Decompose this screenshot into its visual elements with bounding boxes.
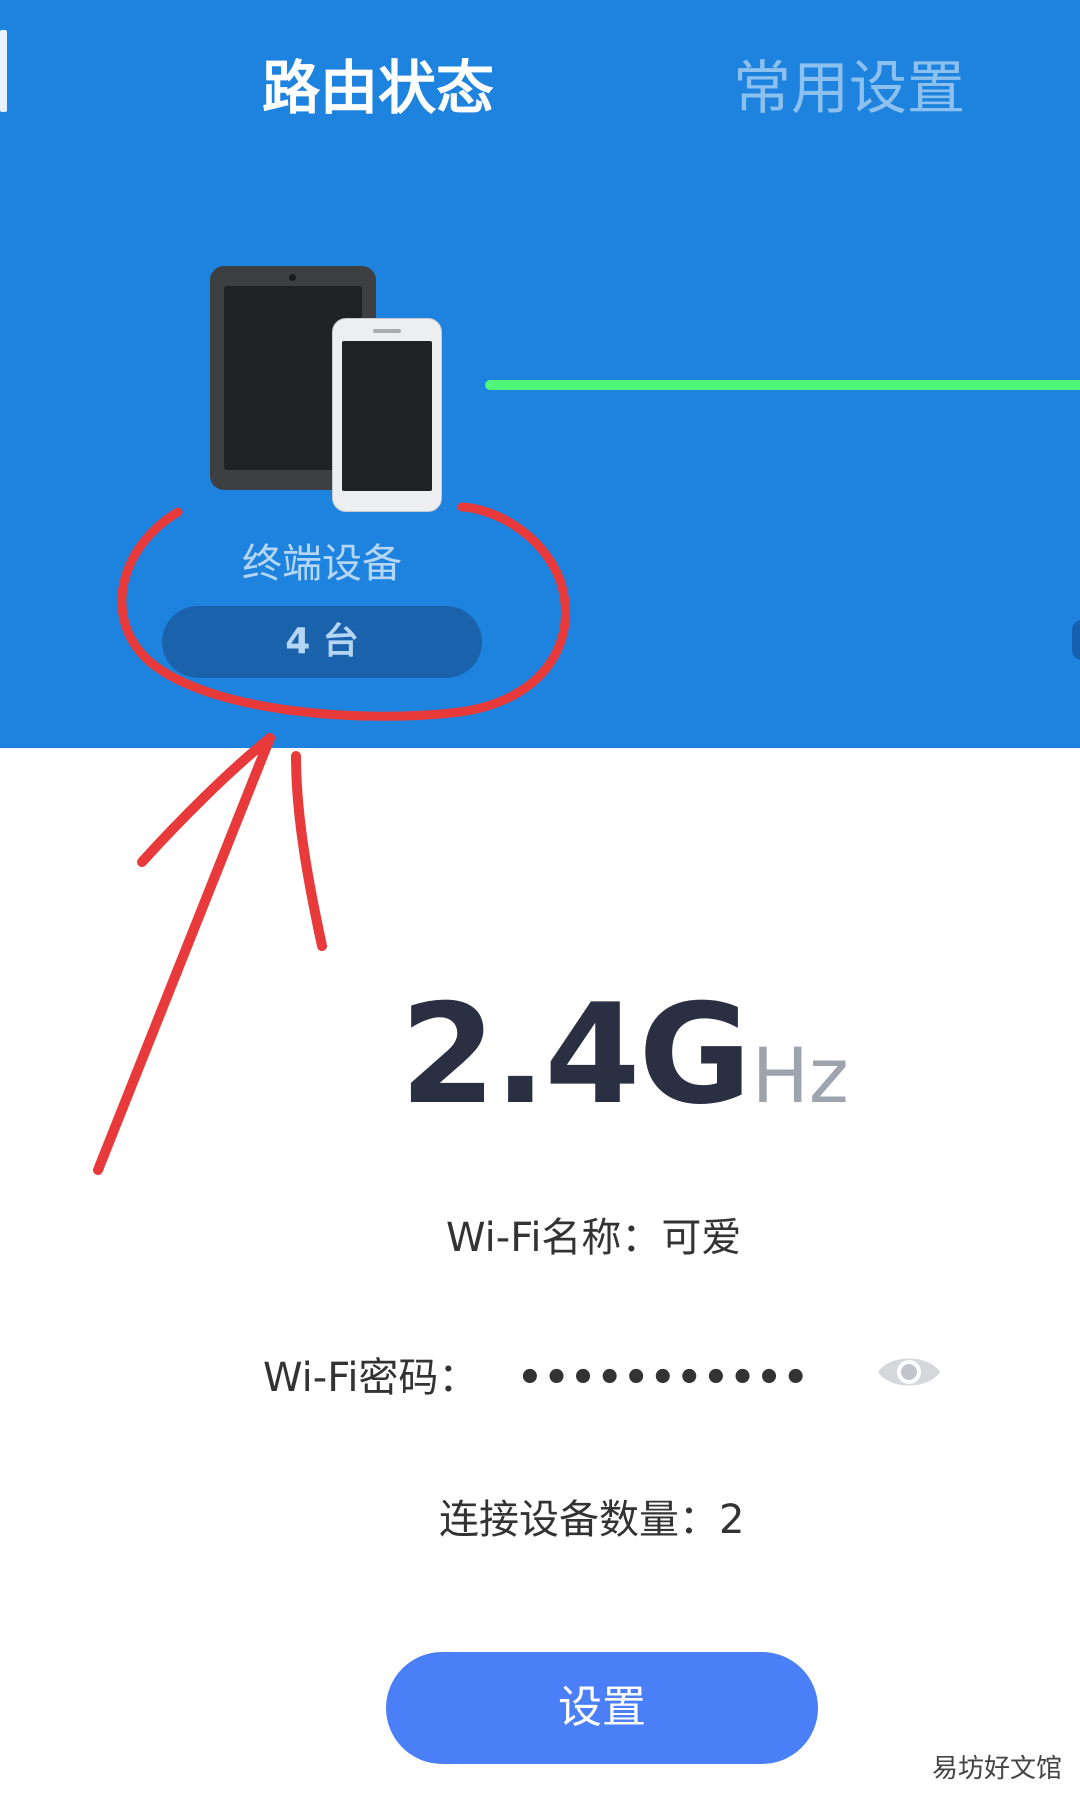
wifi-password-value: ••••••••••• — [517, 1355, 810, 1401]
annotation-arrow-right-head — [291, 751, 327, 951]
edge-indicator — [0, 30, 7, 112]
wifi-password-label: Wi-Fi密码： — [263, 1355, 479, 1401]
device-count-badge[interactable]: 4 台 — [162, 606, 482, 678]
wifi-password-row: Wi-Fi密码： ••••••••••• — [263, 1350, 809, 1406]
annotation-arrow-shaft — [93, 733, 275, 1175]
status-header: 路由状态 常用设置 终端设备 4 台 — [0, 0, 1080, 748]
band-unit: Hz — [751, 1031, 849, 1120]
phone-icon — [332, 318, 442, 512]
band-value: 2.4G — [400, 974, 752, 1135]
terminal-devices-label: 终端设备 — [242, 541, 402, 587]
connection-line — [485, 380, 1080, 390]
phone-screen — [342, 341, 432, 491]
router-node-edge — [1072, 620, 1080, 660]
camera-dot — [289, 274, 296, 281]
tab-common-settings[interactable]: 常用设置 — [733, 50, 965, 126]
tab-router-status[interactable]: 路由状态 — [262, 50, 494, 126]
eye-icon[interactable] — [876, 1350, 942, 1394]
terminal-devices-icon[interactable] — [210, 266, 442, 512]
settings-button[interactable]: 设置 — [386, 1652, 818, 1764]
connected-device-count: 连接设备数量：2 — [439, 1497, 745, 1543]
wifi-name: Wi-Fi名称：可爱 — [446, 1215, 742, 1261]
phone-speaker — [373, 329, 401, 333]
band-title: 2.4GHz — [400, 985, 849, 1167]
annotation-arrow-left-head — [137, 733, 275, 867]
watermark: 易坊好文馆 — [932, 1752, 1063, 1786]
